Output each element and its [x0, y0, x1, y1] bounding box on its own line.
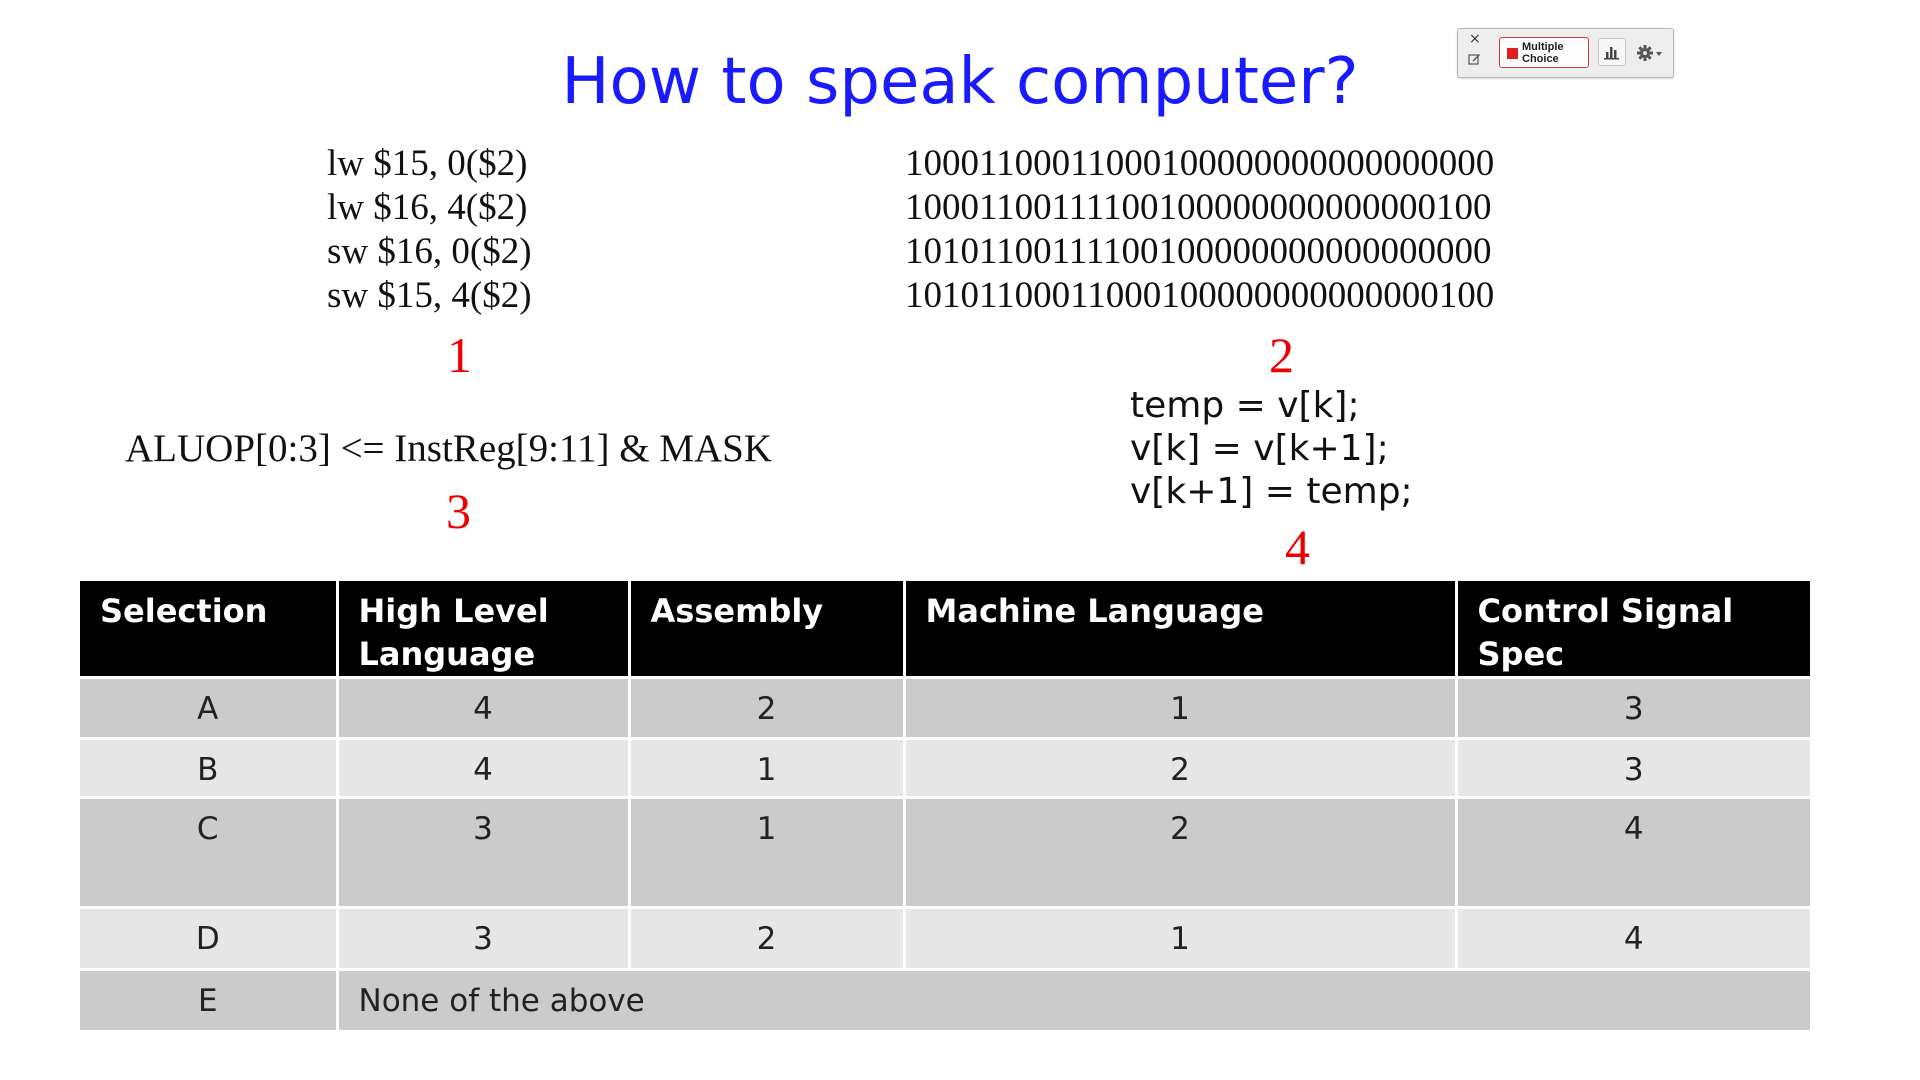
header-text: Assembly: [650, 592, 824, 630]
machine-line: 10101100111100100000000000000000: [905, 231, 1492, 272]
close-icon[interactable]: ×: [1469, 32, 1481, 46]
high-level-line: v[k] = v[k+1];: [1130, 428, 1389, 469]
bar-chart-icon: [1604, 47, 1619, 60]
cell-high-level: 3: [337, 796, 631, 908]
high-level-code-block: temp = v[k]; v[k] = v[k+1]; v[k+1] = temp;: [1130, 384, 1413, 513]
label-1: 1: [447, 327, 472, 383]
table-row: D 3 2 1 4: [80, 906, 1810, 970]
cell-assembly: 2: [629, 676, 906, 739]
cell-selection: C: [80, 796, 339, 908]
gear-icon: [1637, 45, 1662, 61]
header-text: Machine Language: [925, 592, 1264, 630]
cell-assembly: 2: [629, 906, 906, 970]
machine-code-block: 10001100011000100000000000000000 10001100…: [905, 142, 1494, 318]
cell-control: 3: [1456, 676, 1810, 739]
assembly-line: sw $15, 4($2): [327, 275, 532, 316]
table-row: C 3 1 2 4: [80, 796, 1810, 908]
table-row: E None of the above: [80, 968, 1810, 1030]
mode-label-line2: Choice: [1522, 53, 1559, 65]
machine-line: 10001100111100100000000000000100: [905, 187, 1492, 228]
machine-line: 10001100011000100000000000000000: [905, 143, 1495, 184]
cell-control: 3: [1456, 737, 1810, 798]
table-row: A 4 2 1 3: [80, 676, 1810, 739]
cell-selection: B: [80, 737, 339, 798]
cell-high-level: 4: [337, 737, 631, 798]
mode-label-line1: Multiple: [1522, 41, 1564, 53]
cell-assembly: 1: [629, 796, 906, 908]
cell-machine: 1: [904, 906, 1458, 970]
cell-machine: 1: [904, 676, 1458, 739]
cell-selection: E: [80, 968, 339, 1030]
assembly-line: lw $15, 0($2): [327, 143, 528, 184]
cell-control: 4: [1456, 906, 1810, 970]
multiple-choice-label: Multiple Choice: [1522, 41, 1564, 65]
label-2: 2: [1269, 327, 1294, 383]
multiple-choice-button[interactable]: Multiple Choice: [1499, 37, 1589, 68]
polling-toolbar: × Multiple Choice: [1457, 28, 1674, 78]
header-assembly: Assembly: [629, 581, 906, 678]
cell-merged-none-of-the-above: None of the above: [337, 968, 1810, 1030]
table-row: B 4 1 2 3: [80, 737, 1810, 798]
cell-selection: A: [80, 676, 339, 739]
header-text: Control Signal: [1477, 592, 1734, 630]
table-header-row: Selection High Level Language Assembly Ma…: [80, 581, 1810, 678]
high-level-line: v[k+1] = temp;: [1130, 471, 1413, 512]
assembly-line: lw $16, 4($2): [327, 187, 528, 228]
header-machine-language: Machine Language: [904, 581, 1458, 678]
cell-assembly: 1: [629, 737, 906, 798]
cell-high-level: 3: [337, 906, 631, 970]
cell-selection: D: [80, 906, 339, 970]
assembly-code-block: lw $15, 0($2) lw $16, 4($2) sw $16, 0($2) s…: [327, 142, 532, 318]
answer-table: Selection High Level Language Assembly Ma…: [80, 581, 1810, 1030]
assembly-line: sw $16, 0($2): [327, 231, 532, 272]
control-signal-code: ALUOP[0:3] <= InstReg[9:11] & MASK: [125, 427, 773, 470]
results-chart-button[interactable]: [1598, 38, 1626, 66]
stop-square-icon: [1507, 48, 1518, 59]
high-level-line: temp = v[k];: [1130, 385, 1360, 426]
header-text: High Level: [358, 592, 549, 630]
header-selection: Selection: [80, 581, 339, 678]
header-text: Selection: [100, 592, 268, 630]
cell-machine: 2: [904, 796, 1458, 908]
header-high-level-language: High Level Language: [337, 581, 631, 678]
settings-menu-button[interactable]: [1634, 40, 1666, 66]
label-3: 3: [446, 483, 471, 539]
label-4: 4: [1285, 519, 1310, 575]
header-text: Language: [358, 635, 536, 673]
edit-icon[interactable]: [1468, 52, 1481, 65]
cell-machine: 2: [904, 737, 1458, 798]
cell-control: 4: [1456, 796, 1810, 908]
header-control-signal-spec: Control Signal Spec: [1456, 581, 1810, 678]
chevron-down-icon: [1656, 52, 1662, 56]
machine-line: 10101100011000100000000000000100: [905, 275, 1495, 316]
header-text: Spec: [1477, 635, 1565, 673]
cell-high-level: 4: [337, 676, 631, 739]
